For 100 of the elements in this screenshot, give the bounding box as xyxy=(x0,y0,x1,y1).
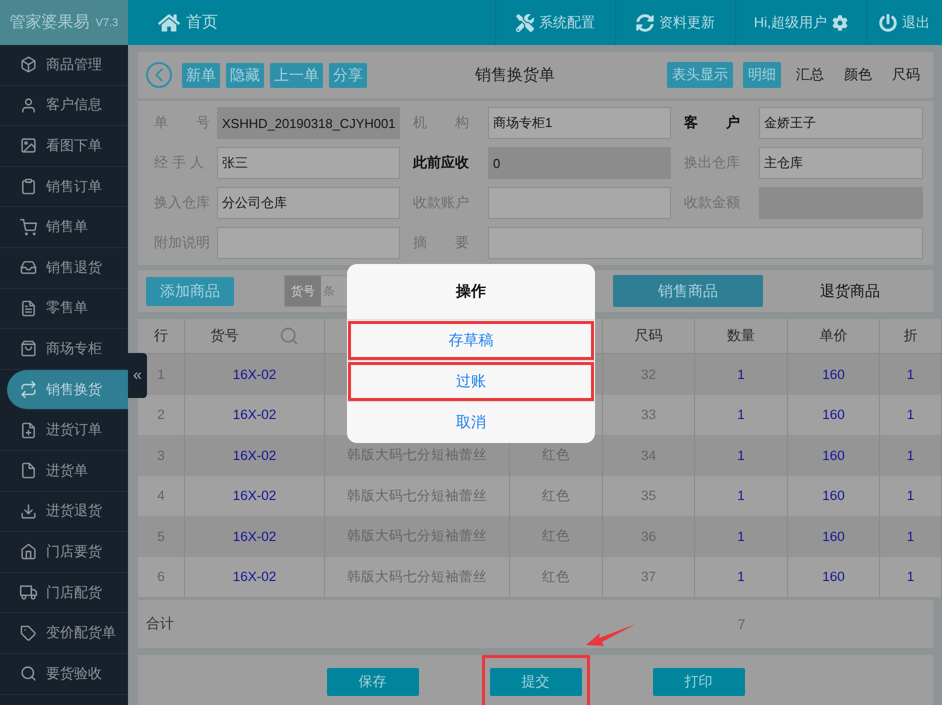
settings-button[interactable]: 系统配置 xyxy=(494,0,615,45)
menu-item-icon xyxy=(20,259,37,276)
sidebar-item[interactable]: 变价配货单 xyxy=(0,613,128,654)
sidebar-item[interactable]: 销售订单 xyxy=(0,166,128,208)
table-cell: 160 xyxy=(788,516,880,556)
menu-item-icon xyxy=(20,462,37,480)
app-version: V7.3 xyxy=(96,16,118,28)
sidebar-item[interactable]: 商品管理 xyxy=(0,45,128,86)
table-cell: 1 xyxy=(695,556,788,597)
sidebar-item[interactable]: 要货验收 xyxy=(0,654,128,694)
menu-item-icon xyxy=(20,96,37,114)
column-header: 尺码 xyxy=(603,319,695,354)
sidebar-item[interactable]: 进货订单 xyxy=(0,410,128,451)
input-field[interactable]: 张三 xyxy=(217,147,400,179)
view-tab[interactable]: 尺码 xyxy=(887,62,925,88)
sidebar-item[interactable]: 销售换货 xyxy=(7,370,128,410)
table-cell: 37 xyxy=(603,556,695,597)
user-menu-button[interactable]: Hi,超级用户 xyxy=(734,0,866,45)
view-tab[interactable]: 汇总 xyxy=(791,62,829,88)
table-cell: 16X-02 xyxy=(185,435,325,476)
menu-item-icon xyxy=(20,665,37,682)
menu-item-icon xyxy=(20,502,37,520)
menu-item-icon xyxy=(20,218,37,236)
table-cell: 红色 xyxy=(510,556,603,597)
input-field[interactable]: 金娇王子 xyxy=(759,107,923,139)
table-cell: 1 xyxy=(695,354,788,394)
sidebar-item[interactable]: 销售退货 xyxy=(0,248,128,289)
total-quantity: 7 xyxy=(736,616,746,632)
form-title: 销售换货单 xyxy=(474,66,556,86)
table-cell: 1 xyxy=(880,354,942,394)
table-cell: 160 xyxy=(788,435,880,476)
sidebar-item[interactable]: 进货退货 xyxy=(0,492,128,532)
table-cell: 16X-02 xyxy=(185,354,325,394)
input-field[interactable]: XSHHD_20190318_CJYH001 xyxy=(217,107,400,139)
home-icon xyxy=(158,12,180,34)
menu-item-icon xyxy=(20,300,37,317)
footer-button[interactable]: 打印 xyxy=(652,668,744,696)
table-cell: 1 xyxy=(880,556,942,597)
tools-icon xyxy=(516,14,534,32)
sidebar-item[interactable]: 进货单 xyxy=(0,450,128,492)
footer-button[interactable]: 提交 xyxy=(490,668,582,696)
table-cell: 16X-02 xyxy=(185,516,325,556)
product-tab[interactable]: 销售商品 xyxy=(613,275,763,307)
menu-item-icon xyxy=(20,137,37,154)
home-button[interactable]: 首页 xyxy=(128,0,248,45)
product-tab[interactable]: 退货商品 xyxy=(775,275,925,307)
collapse-button[interactable]: « xyxy=(128,353,147,398)
table-cell: 1 xyxy=(880,435,942,476)
input-field[interactable]: 0 xyxy=(488,147,671,179)
table-cell: 1 xyxy=(695,516,788,556)
sidebar-item[interactable]: 门店配货 xyxy=(0,572,128,614)
menu-item-icon xyxy=(20,543,37,560)
table-cell: 160 xyxy=(788,354,880,394)
column-header: 单价 xyxy=(788,319,880,354)
menu-item-icon xyxy=(20,381,37,398)
table-cell: 1 xyxy=(880,516,942,556)
menu-item-icon xyxy=(20,340,37,358)
table-cell: 6 xyxy=(138,556,185,597)
table-cell: 33 xyxy=(603,394,695,435)
column-header: 折 xyxy=(880,319,942,354)
input-field[interactable] xyxy=(488,227,923,259)
menu-item-icon xyxy=(20,178,37,196)
sidebar-item[interactable]: 门店要货 xyxy=(0,532,128,573)
input-field[interactable]: 商场专柜1 xyxy=(488,107,671,139)
search-icon xyxy=(278,326,298,346)
menu-item-icon xyxy=(20,624,37,642)
table-cell: 16X-02 xyxy=(185,476,325,516)
dialog-action[interactable]: 存草稿 xyxy=(347,320,595,361)
menu-item-icon xyxy=(20,584,37,602)
table-cell: 红色 xyxy=(510,476,603,516)
column-header: 货号 xyxy=(185,319,325,354)
input-field[interactable]: 分公司仓库 xyxy=(217,187,400,219)
menu-item-icon xyxy=(20,56,37,74)
sidebar-item[interactable]: 看图下单 xyxy=(0,126,128,167)
table-cell: 35 xyxy=(603,476,695,516)
dialog-title: 操作 xyxy=(347,264,595,320)
sidebar-item[interactable]: 客户信息 xyxy=(0,86,128,126)
refresh-icon xyxy=(636,14,654,32)
input-field[interactable]: 主仓库 xyxy=(759,147,923,179)
view-tab[interactable]: 颜色 xyxy=(839,62,877,88)
table-cell: 韩版大码七分短袖蕾丝 xyxy=(325,476,510,516)
input-field[interactable] xyxy=(488,187,671,219)
logout-button[interactable]: 退出 xyxy=(866,0,942,45)
input-field[interactable] xyxy=(217,227,400,259)
footer-button[interactable]: 保存 xyxy=(326,668,418,696)
refresh-button[interactable]: 资料更新 xyxy=(614,0,735,45)
sidebar-item[interactable]: 销售单 xyxy=(0,207,128,248)
table-cell: 1 xyxy=(880,476,942,516)
dialog-action[interactable]: 过账 xyxy=(347,361,595,402)
table-cell: 160 xyxy=(788,556,880,597)
sidebar-item[interactable]: 零售单 xyxy=(0,288,128,330)
table-cell: 1 xyxy=(695,394,788,435)
settings-icon xyxy=(832,14,848,30)
app-name: 管家婆果易 xyxy=(10,12,90,33)
table-cell: 1 xyxy=(880,394,942,435)
menu-item-icon xyxy=(20,422,37,439)
power-icon xyxy=(879,14,897,32)
field-label: 客 户 xyxy=(683,114,741,132)
column-header: 数量 xyxy=(695,319,788,354)
back-icon[interactable] xyxy=(146,62,172,88)
